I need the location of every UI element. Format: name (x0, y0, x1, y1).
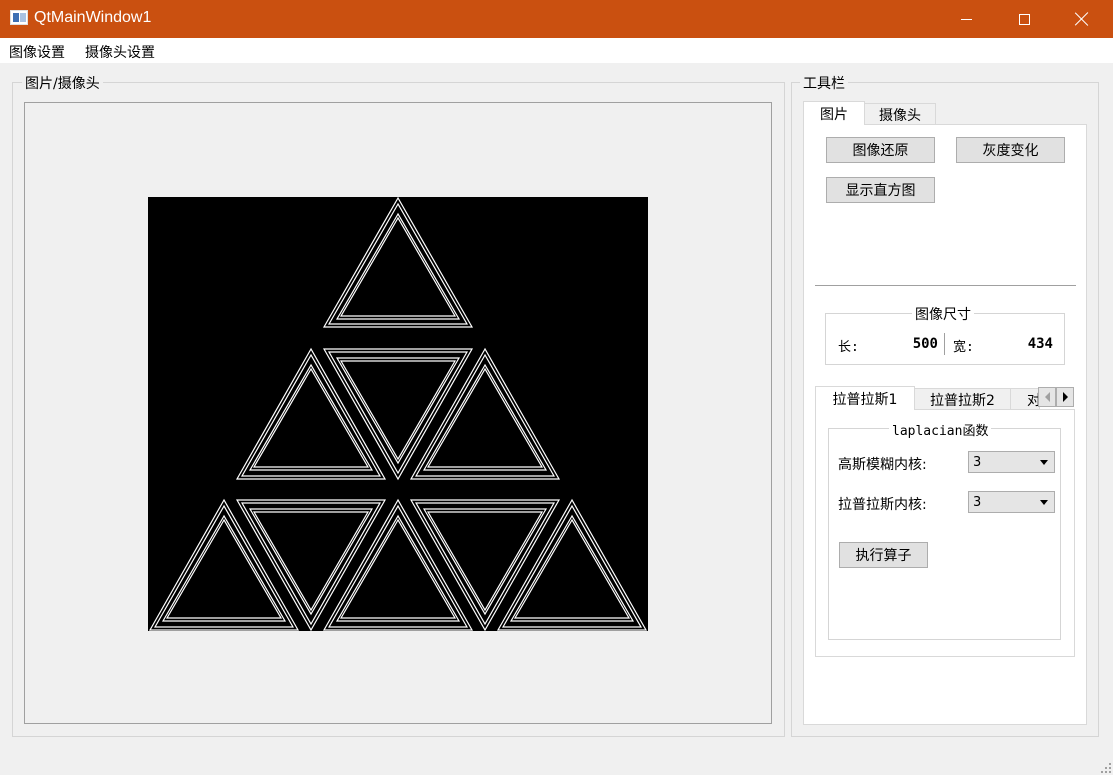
width-value: 434 (1027, 336, 1053, 352)
tab-laplacian-2[interactable]: 拉普拉斯2 (914, 388, 1011, 410)
toolbox-title: 工具栏 (800, 73, 848, 93)
image-size-title: 图像尺寸 (912, 304, 974, 324)
image-display (148, 196, 648, 632)
tab-scroll-left-button[interactable] (1038, 387, 1056, 407)
laplacian-group-title: laplacian函数 (889, 420, 992, 439)
gauss-kernel-select[interactable]: 3 (968, 451, 1055, 473)
window-icon (10, 10, 28, 25)
laplacian-result-image (148, 196, 648, 632)
gauss-kernel-label: 高斯模糊内核: (838, 457, 927, 473)
laplace-kernel-select[interactable]: 3 (968, 491, 1055, 513)
close-icon (1075, 12, 1089, 26)
laplace-kernel-label: 拉普拉斯内核: (838, 497, 927, 513)
run-operator-button[interactable]: 执行算子 (839, 542, 928, 568)
resize-grip-icon[interactable] (1101, 763, 1111, 773)
minimize-icon (960, 18, 972, 20)
restore-image-button[interactable]: 图像还原 (826, 137, 935, 163)
chevron-down-icon (1040, 500, 1048, 505)
chevron-down-icon (1040, 460, 1048, 465)
minimize-button[interactable] (937, 0, 995, 38)
tab-third-partial[interactable]: 对 (1010, 388, 1040, 410)
tab-camera[interactable]: 摄像头 (864, 103, 936, 125)
title-bar: QtMainWindow1 (0, 0, 1113, 38)
arrow-right-icon (1062, 392, 1068, 402)
length-label: 长: (838, 340, 859, 355)
separator-line (815, 285, 1076, 286)
maximize-button[interactable] (995, 0, 1053, 38)
menu-image-settings[interactable]: 图像设置 (9, 42, 65, 62)
size-divider (944, 333, 945, 355)
grayscale-button[interactable]: 灰度变化 (956, 137, 1065, 163)
tab-scroll-right-button[interactable] (1056, 387, 1074, 407)
tab-picture[interactable]: 图片 (803, 101, 865, 125)
menu-camera-settings[interactable]: 摄像头设置 (85, 42, 155, 62)
gauss-kernel-value: 3 (973, 455, 982, 470)
show-histogram-button[interactable]: 显示直方图 (826, 177, 935, 203)
length-value: 500 (912, 336, 938, 352)
image-group-title: 图片/摄像头 (22, 73, 103, 93)
arrow-left-icon (1044, 392, 1050, 402)
close-button[interactable] (1053, 0, 1111, 38)
maximize-icon (1018, 13, 1030, 25)
menu-bar: 图像设置 摄像头设置 (0, 38, 1113, 63)
laplace-kernel-value: 3 (973, 495, 982, 510)
width-label: 宽: (953, 340, 974, 355)
tab-laplacian-1[interactable]: 拉普拉斯1 (815, 386, 915, 410)
window-title: QtMainWindow1 (34, 9, 152, 26)
